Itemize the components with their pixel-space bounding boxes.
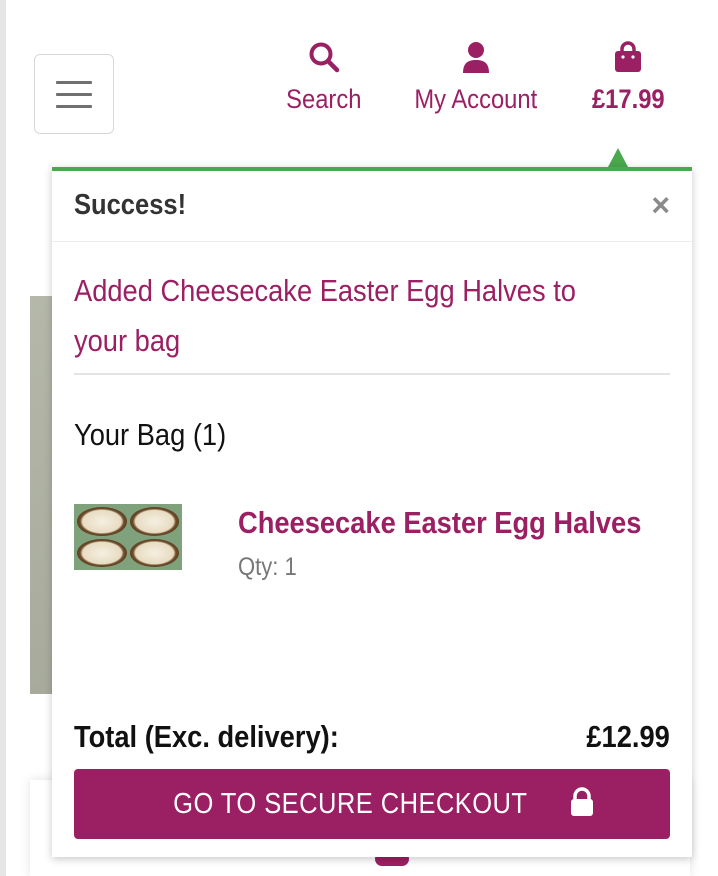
hamburger-menu-icon — [56, 80, 92, 84]
bag-item-name[interactable]: Cheesecake Easter Egg Halves — [238, 505, 641, 541]
lock-icon — [569, 786, 595, 822]
my-account-link[interactable]: My Account — [398, 40, 554, 115]
divider — [74, 373, 670, 375]
search-link[interactable]: Search — [274, 40, 374, 115]
search-icon — [308, 40, 340, 74]
background-product-image — [30, 296, 52, 694]
popup-header: Success! × — [52, 171, 692, 242]
shopping-bag-link[interactable]: £17.99 — [576, 40, 680, 115]
bag-success-popup: Success! × Added Cheesecake Easter Egg H… — [52, 167, 692, 857]
my-account-label: My Account — [414, 84, 538, 114]
bag-item-qty: Qty: 1 — [238, 553, 297, 581]
bag-heading: Your Bag (1) — [74, 417, 227, 452]
checkout-label: GO TO SECURE CHECKOUT — [172, 787, 528, 820]
product-thumbnail[interactable] — [74, 504, 182, 570]
secure-checkout-button[interactable]: GO TO SECURE CHECKOUT — [74, 769, 670, 839]
close-icon[interactable]: × — [651, 189, 670, 221]
shopping-bag-icon — [614, 40, 642, 74]
bag-total: £17.99 — [591, 84, 665, 114]
search-label: Search — [286, 84, 362, 114]
popup-title: Success! — [74, 189, 187, 221]
total-value: £12.99 — [586, 719, 670, 754]
page-edge — [0, 0, 6, 876]
total-label: Total (Exc. delivery): — [74, 719, 339, 754]
user-icon — [462, 40, 490, 74]
popup-pointer — [608, 148, 628, 167]
menu-toggle-button[interactable] — [34, 54, 114, 134]
success-message: Added Cheesecake Easter Egg Halves to yo… — [74, 273, 576, 358]
